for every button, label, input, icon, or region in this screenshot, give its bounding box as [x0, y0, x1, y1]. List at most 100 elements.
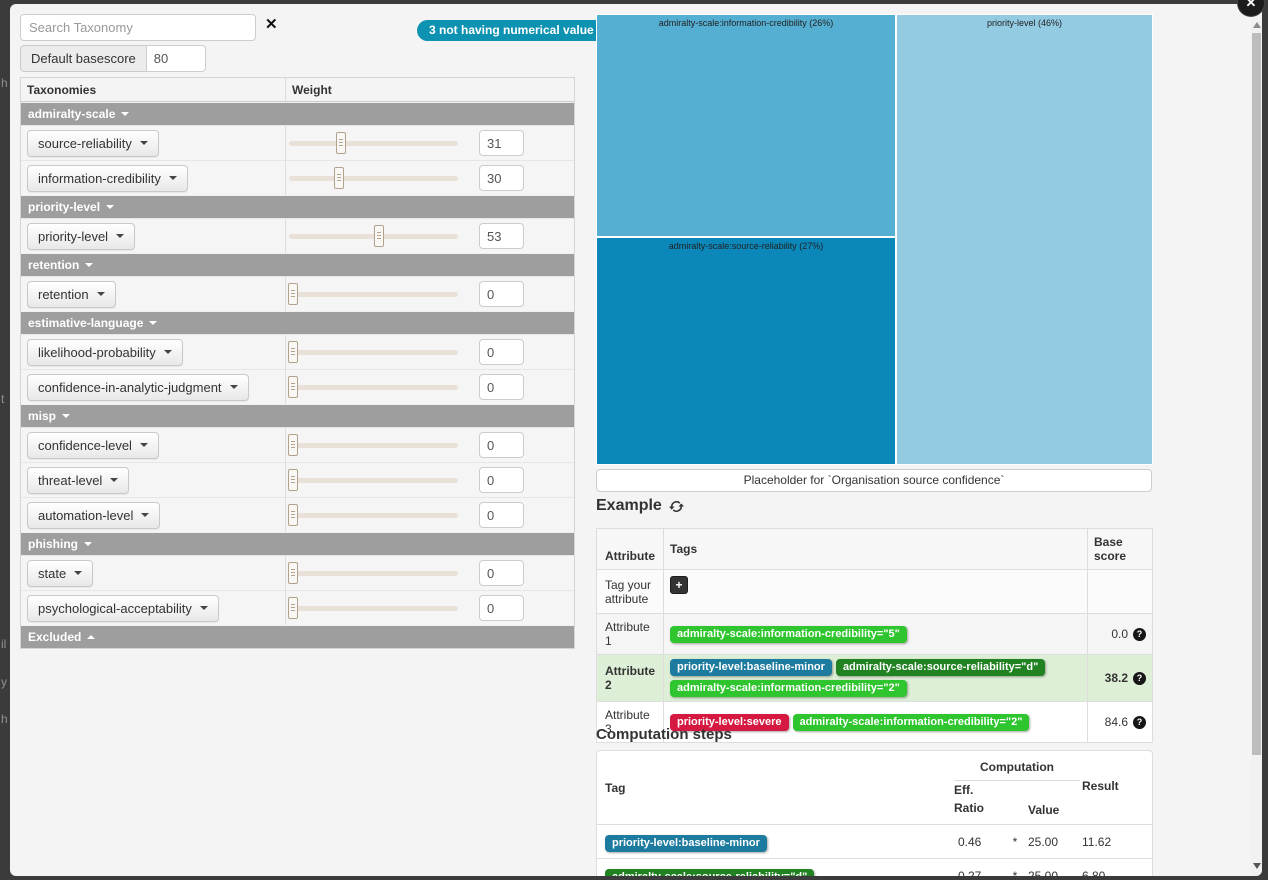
weight-slider[interactable]: [289, 176, 458, 181]
taxonomy-group-estimative-language[interactable]: estimative-language: [21, 311, 574, 334]
taxonomy-row-automation-level: automation-level: [21, 497, 574, 532]
predicate-dropdown[interactable]: likelihood-probability: [27, 339, 183, 366]
taxonomy-tag: admiralty-scale:source-reliability="d": [605, 869, 814, 877]
weight-input[interactable]: [479, 502, 524, 528]
weight-slider[interactable]: [289, 234, 458, 239]
clear-search-icon[interactable]: ✕: [265, 17, 278, 32]
scrollbar-thumb[interactable]: [1252, 33, 1261, 755]
weight-slider[interactable]: [289, 292, 458, 297]
search-input[interactable]: [20, 14, 256, 41]
background-text-fragment: y: [1, 675, 10, 689]
taxonomy-group-phishing[interactable]: phishing: [21, 532, 574, 555]
group-label: priority-level: [28, 200, 100, 214]
question-circle-icon[interactable]: ?: [1133, 628, 1146, 641]
weight-slider[interactable]: [289, 443, 458, 448]
predicate-dropdown[interactable]: confidence-in-analytic-judgment: [27, 374, 249, 401]
group-label: misp: [28, 409, 56, 423]
group-label: retention: [28, 258, 79, 272]
caret-down-icon: [85, 263, 93, 267]
taxonomy-row-likelihood-probability: likelihood-probability: [21, 334, 574, 369]
weight-slider[interactable]: [289, 350, 458, 355]
slider-handle[interactable]: [288, 434, 298, 456]
column-header-result: Result: [1082, 751, 1152, 824]
predicate-dropdown[interactable]: state: [27, 560, 93, 587]
predicate-dropdown[interactable]: information-credibility: [27, 165, 188, 192]
scroll-down-arrow-icon[interactable]: [1253, 863, 1261, 869]
column-header-eff-ratio: Eff. Ratio: [952, 781, 1002, 817]
caret-down-icon: [149, 321, 157, 325]
treemap-block-priority-level: priority-level (46%): [897, 15, 1152, 464]
weight-slider[interactable]: [289, 571, 458, 576]
refresh-icon[interactable]: [669, 499, 684, 514]
weight-input[interactable]: [479, 130, 524, 156]
slider-handle[interactable]: [288, 341, 298, 363]
computation-row: priority-level:baseline-minor 0.46 * 25.…: [597, 824, 1152, 858]
weight-slider[interactable]: [289, 513, 458, 518]
taxonomy-group-misp[interactable]: misp: [21, 404, 574, 427]
weight-slider[interactable]: [289, 141, 458, 146]
slider-handle[interactable]: [374, 225, 384, 247]
column-header-computation: Computation: [954, 760, 1080, 781]
weight-input[interactable]: [479, 560, 524, 586]
predicate-label: automation-level: [38, 508, 133, 523]
weight-input[interactable]: [479, 339, 524, 365]
taxonomy-group-admiralty-scale[interactable]: admiralty-scale: [21, 102, 574, 125]
weight-input[interactable]: [479, 281, 524, 307]
predicate-dropdown[interactable]: threat-level: [27, 467, 129, 494]
predicate-label: information-credibility: [38, 171, 161, 186]
predicate-dropdown[interactable]: priority-level: [27, 223, 135, 250]
slider-handle[interactable]: [288, 469, 298, 491]
slider-handle[interactable]: [288, 283, 298, 305]
example-row-attribute-2: Attribute 2 priority-level:baseline-mino…: [597, 654, 1152, 701]
taxonomy-tag: admiralty-scale:information-credibility=…: [793, 714, 1030, 731]
computation-row: admiralty-scale:source-reliability="d" 0…: [597, 858, 1152, 876]
predicate-dropdown[interactable]: retention: [27, 281, 116, 308]
taxonomy-row-information-credibility: information-credibility: [21, 160, 574, 195]
taxonomy-group-excluded[interactable]: Excluded: [21, 625, 574, 648]
predicate-dropdown[interactable]: source-reliability: [27, 130, 159, 157]
default-basescore-input[interactable]: [147, 45, 206, 72]
caret-up-icon: [87, 635, 95, 639]
weight-input[interactable]: [479, 165, 524, 191]
tag-numerical-value: 25.00: [1028, 869, 1082, 877]
taxonomy-group-retention[interactable]: retention: [21, 253, 574, 276]
slider-handle[interactable]: [288, 504, 298, 526]
base-score-value: 84.6: [1105, 715, 1128, 729]
predicate-dropdown[interactable]: confidence-level: [27, 432, 159, 459]
base-score-value: 38.2: [1105, 671, 1128, 685]
weight-slider[interactable]: [289, 478, 458, 483]
slider-handle[interactable]: [334, 167, 344, 189]
taxonomy-row-retention: retention: [21, 276, 574, 311]
weight-input[interactable]: [479, 595, 524, 621]
slider-handle[interactable]: [288, 562, 298, 584]
weight-input[interactable]: [479, 467, 524, 493]
taxonomy-group-priority-level[interactable]: priority-level: [21, 195, 574, 218]
status-badge: 3 not having numerical value: [417, 20, 606, 41]
question-circle-icon[interactable]: ?: [1133, 716, 1146, 729]
caret-down-icon: [164, 350, 172, 354]
slider-handle[interactable]: [336, 132, 346, 154]
scroll-up-arrow-icon[interactable]: [1253, 22, 1261, 28]
column-header-value: Value: [1028, 803, 1082, 817]
group-label: Excluded: [28, 630, 81, 644]
weight-input[interactable]: [479, 223, 524, 249]
weight-input[interactable]: [479, 432, 524, 458]
predicate-label: confidence-in-analytic-judgment: [38, 380, 222, 395]
predicate-label: psychological-acceptability: [38, 601, 192, 616]
predicate-dropdown[interactable]: automation-level: [27, 502, 160, 529]
taxonomy-tag: admiralty-scale:source-reliability="d": [836, 659, 1045, 676]
group-label: phishing: [28, 537, 78, 551]
vertical-scrollbar[interactable]: [1251, 16, 1262, 876]
example-heading: Example: [596, 497, 684, 515]
weight-slider[interactable]: [289, 606, 458, 611]
background-text-fragment: h: [1, 76, 10, 90]
group-label: admiralty-scale: [28, 107, 115, 121]
predicate-dropdown[interactable]: psychological-acceptability: [27, 595, 219, 622]
slider-handle[interactable]: [288, 376, 298, 398]
slider-handle[interactable]: [288, 597, 298, 619]
weight-input[interactable]: [479, 374, 524, 400]
question-circle-icon[interactable]: ?: [1133, 672, 1146, 685]
add-tag-button[interactable]: +: [670, 576, 688, 594]
operator: *: [1002, 869, 1028, 877]
weight-slider[interactable]: [289, 385, 458, 390]
